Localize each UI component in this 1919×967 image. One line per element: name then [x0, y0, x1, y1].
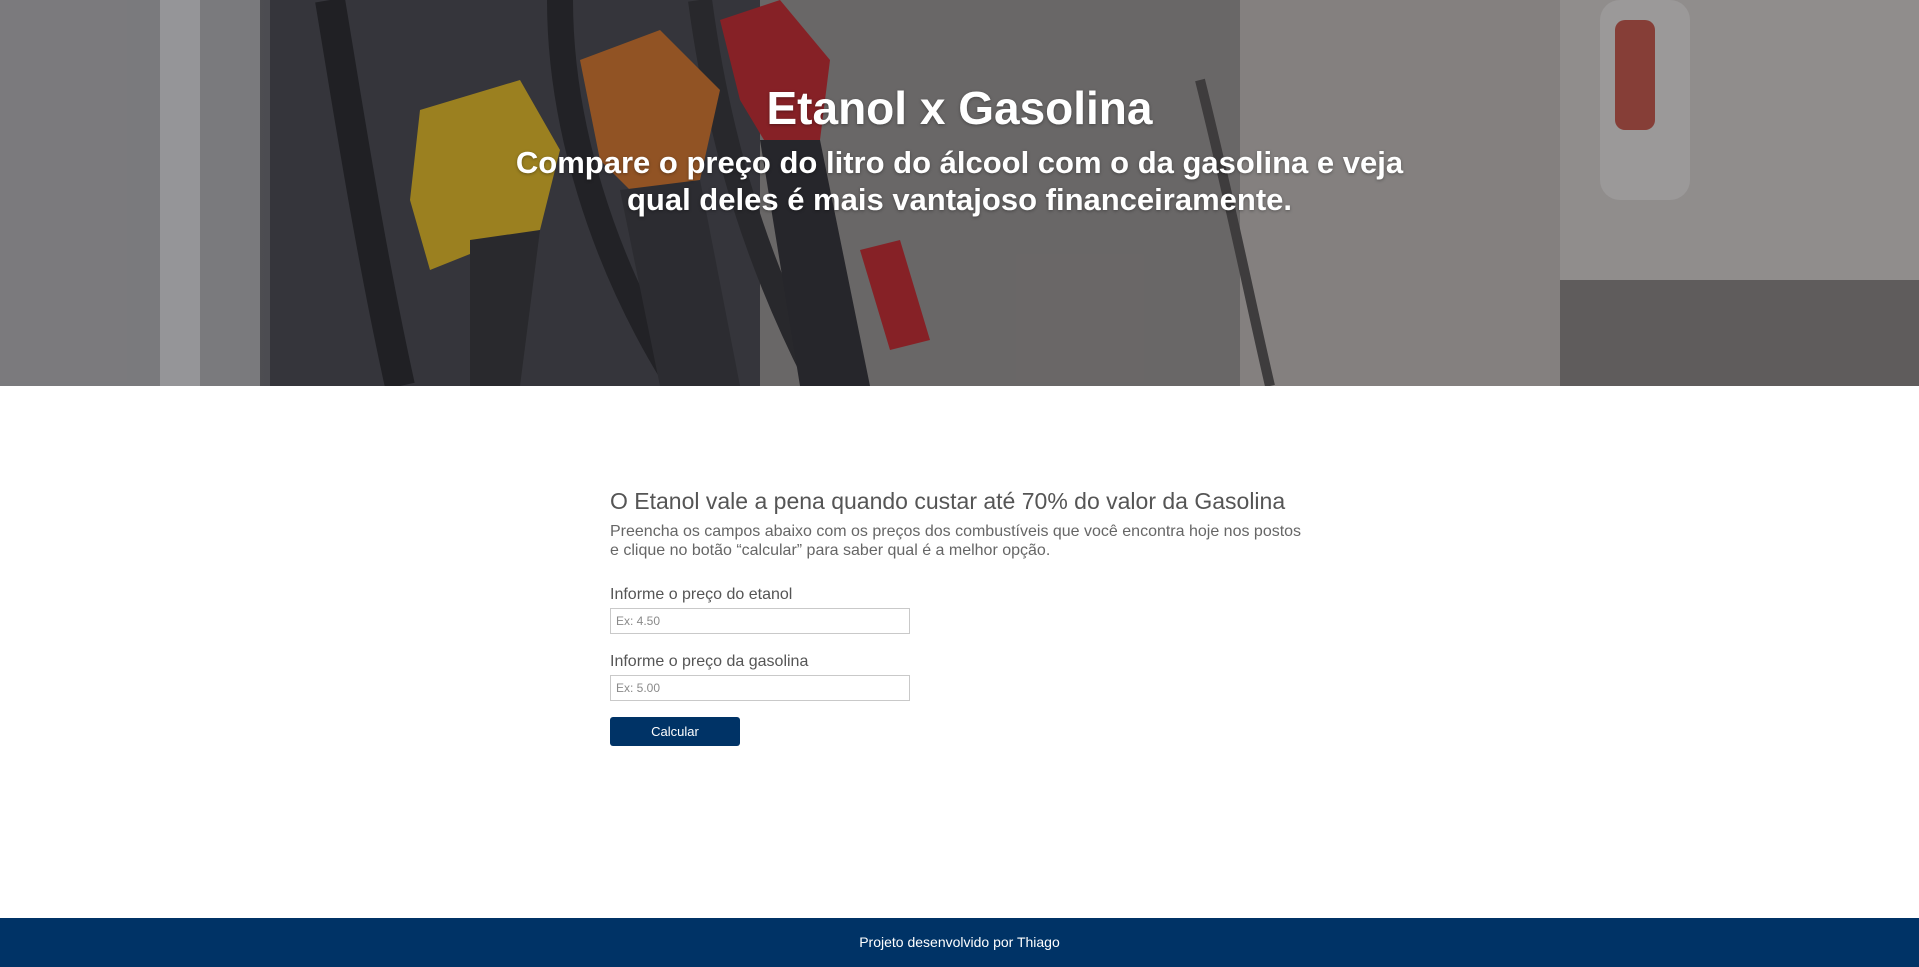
calculator-heading: O Etanol vale a pena quando custar até 7… [610, 488, 1286, 514]
page-title: Etanol x Gasolina [766, 82, 1153, 134]
ethanol-price-input[interactable] [610, 608, 910, 634]
gasoline-price-input[interactable] [610, 675, 910, 701]
footer-credit: Projeto desenvolvido por Thiago [859, 934, 1060, 950]
calculator-section: O Etanol vale a pena quando custar até 7… [610, 486, 1310, 746]
calculator-description: Preencha os campos abaixo com os preços … [610, 523, 1302, 559]
ethanol-price-label: Informe o preço do etanol [610, 586, 793, 603]
page-subtitle: Compare o preço do litro do álcool com o… [515, 145, 1404, 217]
calculate-button[interactable]: Calcular [610, 717, 740, 746]
gasoline-price-label: Informe o preço da gasolina [610, 653, 809, 670]
footer: Projeto desenvolvido por Thiago [0, 918, 1919, 967]
hero-banner: Etanol x Gasolina Compare o preço do lit… [0, 0, 1919, 386]
hero-text: Etanol x Gasolina Compare o preço do lit… [0, 80, 1919, 218]
